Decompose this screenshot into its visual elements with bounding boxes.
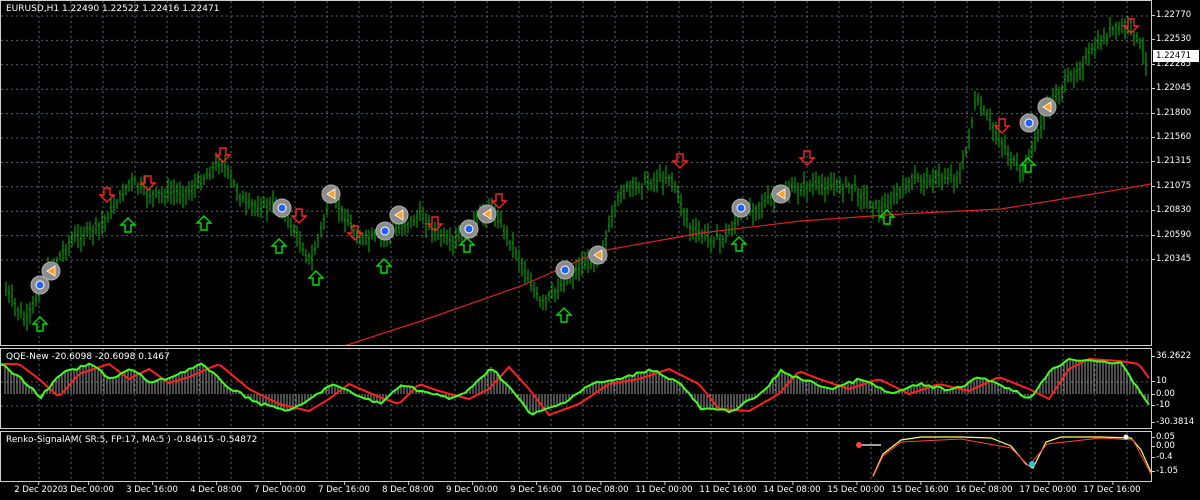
qqe-title: QQE-New -20.6098 -20.6098 0.1467 <box>6 352 170 362</box>
price-axis-label: 1.21075 <box>1150 180 1192 191</box>
buy-arrow-icon <box>555 307 573 323</box>
current-price-tag: 1.22471 <box>1153 50 1199 62</box>
time-label: 7 Dec 00:00 <box>254 481 306 495</box>
signal-dot-icon <box>35 280 45 290</box>
price-axis-label: 1.21315 <box>1150 156 1192 167</box>
price-axis-label: 1.21800 <box>1150 107 1192 118</box>
main-price-chart[interactable]: EURUSD,H1 1.22490 1.22522 1.22416 1.2247… <box>0 0 1152 346</box>
qqe-indicator-canvas[interactable] <box>1 349 1151 428</box>
time-label: 3 Dec 00:00 <box>62 481 114 495</box>
chart-grid <box>1 1 1151 345</box>
renko-axis[interactable]: 0.05 0.00 -0.4 -1.05 <box>1151 431 1200 482</box>
time-axis[interactable]: 2 Dec 2020 3 Dec 00:00 3 Dec 16:00 4 Dec 08… <box>0 481 1152 500</box>
qqe-level-label: 0.00 <box>1151 389 1175 399</box>
sell-arrow-icon <box>993 118 1011 134</box>
symbol-title: EURUSD,H1 1.22490 1.22522 1.22416 1.2247… <box>6 4 220 14</box>
time-label: 10 Dec 08:00 <box>571 481 629 495</box>
renko-buy-dot-icon <box>1029 461 1035 467</box>
signal-dot-icon <box>1024 118 1034 128</box>
buy-arrow-icon <box>375 258 393 274</box>
qqe-indicator-window[interactable]: QQE-New -20.6098 -20.6098 0.1467 <box>0 348 1152 429</box>
renko-level-label: -0.4 <box>1151 452 1173 462</box>
sell-arrow-icon <box>98 187 116 203</box>
qqe-axis[interactable]: 36.2622 10 0.00 -10 -30.3814 <box>1150 348 1200 429</box>
time-label: 17 Dec 00:00 <box>1019 481 1077 495</box>
renko-title: Renko-SignalAM( SR:5, FP:17, MA:5 ) -0.8… <box>6 435 258 445</box>
signal-markers <box>30 18 1140 332</box>
time-label: 8 Dec 08:00 <box>382 481 434 495</box>
renko-signal-dot-icon <box>856 442 862 448</box>
time-label: 2 Dec 2020 <box>14 481 64 495</box>
price-axis-label: 1.21560 <box>1150 132 1192 142</box>
sell-arrow-icon <box>671 153 689 169</box>
time-label: 15 Dec 00:00 <box>827 481 885 495</box>
price-axis-label: 1.20590 <box>1150 229 1192 240</box>
qqe-level-label: 10 <box>1151 376 1167 386</box>
time-label: 9 Dec 00:00 <box>446 481 498 495</box>
time-label: 7 Dec 16:00 <box>318 481 370 495</box>
renko-level-label: -1.05 <box>1151 466 1178 476</box>
signal-dot-icon <box>560 265 570 275</box>
buy-arrow-icon <box>730 236 748 252</box>
time-label: 14 Dec 08:00 <box>763 481 821 495</box>
price-chart-canvas[interactable] <box>1 1 1151 345</box>
price-axis-label: 1.22770 <box>1150 10 1192 20</box>
sell-arrow-icon <box>290 208 308 224</box>
sell-arrow-icon <box>214 147 232 163</box>
time-label: 4 Dec 08:00 <box>190 481 242 495</box>
time-label: 16 Dec 08:00 <box>955 481 1013 495</box>
qqe-grid <box>1 349 1151 428</box>
buy-arrow-icon <box>270 238 288 254</box>
renko-indicator-window[interactable]: Renko-SignalAM( SR:5, FP:17, MA:5 ) -0.8… <box>0 431 1152 482</box>
signal-dot-icon <box>380 226 390 236</box>
qqe-level-label: -10 <box>1151 400 1170 410</box>
buy-arrow-icon <box>31 316 49 332</box>
signal-dot-icon <box>464 224 474 234</box>
price-axis-label: 1.20830 <box>1150 205 1192 216</box>
price-axis-label: 1.22045 <box>1150 83 1192 94</box>
renko-signal-line <box>872 437 1151 478</box>
buy-arrow-icon <box>119 217 137 233</box>
sell-arrow-icon <box>490 193 508 209</box>
renko-lines <box>856 434 1151 478</box>
renko-main-line <box>872 436 1151 477</box>
renko-sell-dot-icon <box>1123 434 1129 440</box>
price-bars <box>5 16 1147 331</box>
time-label: 15 Dec 16:00 <box>891 481 949 495</box>
signal-dot-icon <box>736 203 746 213</box>
price-axis-label: 1.20345 <box>1150 254 1192 264</box>
buy-arrow-icon <box>307 270 325 286</box>
time-label: 11 Dec 00:00 <box>635 481 693 495</box>
qqe-level-label: -30.3814 <box>1150 417 1195 427</box>
time-label: 11 Dec 16:00 <box>699 481 757 495</box>
terminal-chart-window: EURUSD,H1 1.22490 1.22522 1.22416 1.2247… <box>0 0 1200 500</box>
time-label: 17 Dec 16:00 <box>1083 481 1141 495</box>
renko-level-label: 0.00 <box>1151 441 1175 451</box>
time-label: 3 Dec 16:00 <box>126 481 178 495</box>
signal-dot-icon <box>277 203 287 213</box>
time-label: 9 Dec 16:00 <box>510 481 562 495</box>
price-axis-label: 1.22530 <box>1150 34 1192 45</box>
sell-arrow-icon <box>139 175 157 191</box>
qqe-level-label: 36.2622 <box>1150 351 1192 361</box>
